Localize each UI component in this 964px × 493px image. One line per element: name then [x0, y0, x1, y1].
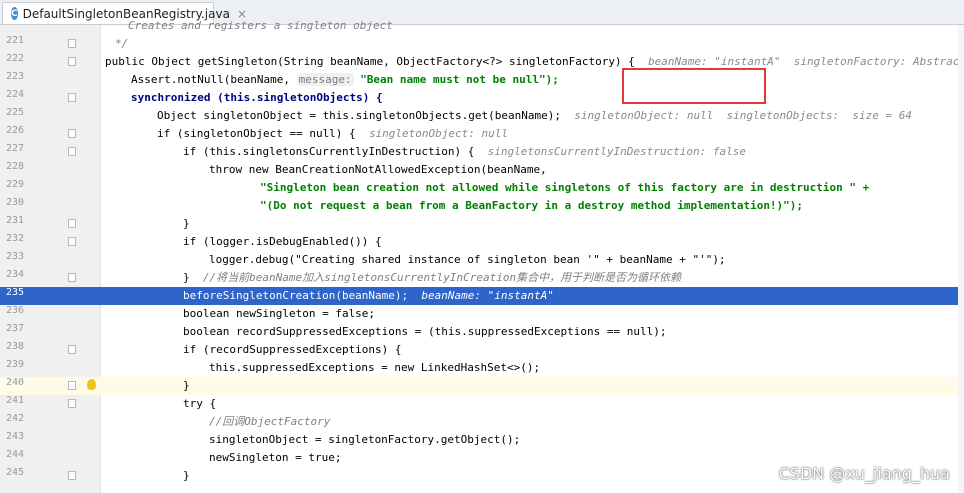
line-code: this.suppressedExceptions = new LinkedHa…	[209, 361, 541, 374]
line-code: synchronized (this.singletonObjects) {	[131, 91, 383, 104]
line-code: Object singletonObject = this.singletonO…	[157, 109, 912, 122]
line-code: Assert.notNull(beanName, message: "Bean …	[131, 73, 559, 86]
line-number: 230	[5, 197, 24, 208]
code-line[interactable]: 227 if (this.singletonsCurrentlyInDestru…	[0, 143, 964, 161]
code-line[interactable]: 223 Assert.notNull(beanName, message: "B…	[0, 71, 964, 89]
fold-marker-icon[interactable]	[68, 129, 76, 138]
line-code: logger.debug("Creating shared instance o…	[209, 253, 726, 266]
line-code: try {	[183, 397, 217, 410]
fold-marker-icon[interactable]	[68, 345, 76, 354]
fold-marker-icon[interactable]	[68, 471, 76, 480]
fold-marker-icon[interactable]	[68, 219, 76, 228]
line-code: singletonObject = singletonFactory.getOb…	[209, 433, 521, 446]
line-code: }	[183, 379, 190, 392]
line-number: 236	[5, 305, 24, 316]
code-line[interactable]: 238 if (recordSuppressedExceptions) {	[0, 341, 964, 359]
code-line[interactable]: 241 try {	[0, 395, 964, 413]
line-number: 223	[5, 71, 24, 82]
line-code: public Object getSingleton(String beanNa…	[105, 53, 964, 71]
code-line[interactable]: 234 } //将当前beanName加入singletonsCurrently…	[0, 269, 964, 287]
line-number: 235	[5, 287, 24, 298]
fold-marker-icon[interactable]	[68, 237, 76, 246]
code-line[interactable]: 239 this.suppressedExceptions = new Link…	[0, 359, 964, 377]
code-line[interactable]: 221 */	[0, 35, 964, 53]
line-number: 228	[5, 161, 24, 172]
fold-marker-icon[interactable]	[68, 381, 76, 390]
line-number: 225	[5, 107, 24, 118]
line-code: "Singleton bean creation not allowed whi…	[260, 181, 870, 194]
line-code: beforeSingletonCreation(beanName); beanN…	[183, 289, 554, 302]
line-number: 231	[5, 215, 24, 226]
code-editor[interactable]: Creates and registers a singleton object…	[0, 19, 964, 493]
parameter-hint: message:	[296, 73, 354, 86]
line-number: 232	[5, 233, 24, 244]
code-line[interactable]: 237 boolean recordSuppressedExceptions =…	[0, 323, 964, 341]
line-number: 222	[5, 53, 24, 64]
debug-inline-value: singletonObject: null singletonObjects: …	[574, 109, 912, 122]
code-line[interactable]: 243 singletonObject = singletonFactory.g…	[0, 431, 964, 449]
code-line[interactable]: 232 if (logger.isDebugEnabled()) {	[0, 233, 964, 251]
lightbulb-icon[interactable]	[87, 379, 96, 390]
code-line[interactable]: 230 "(Do not request a bean from a BeanF…	[0, 197, 964, 215]
line-code: //回调ObjectFactory	[209, 415, 331, 428]
debug-inline-value: beanName: "instantA"	[421, 289, 554, 302]
code-line[interactable]: 240 }	[0, 377, 964, 395]
fold-marker-icon[interactable]	[68, 273, 76, 282]
line-number: 244	[5, 449, 24, 460]
code-comment: //将当前beanName加入singletonsCurrentlyInCrea…	[202, 271, 682, 284]
vertical-scrollbar[interactable]	[958, 25, 964, 493]
line-code: boolean recordSuppressedExceptions = (th…	[183, 325, 667, 338]
debug-inline-value: singletonsCurrentlyInDestruction: false	[487, 145, 746, 158]
code-line[interactable]: 231 }	[0, 215, 964, 233]
fold-marker-icon[interactable]	[68, 93, 76, 102]
line-code: }	[183, 469, 190, 482]
line-number: 221	[5, 35, 24, 46]
code-line[interactable]: 222 public Object getSingleton(String be…	[0, 53, 964, 71]
annotation-highlight-box	[622, 68, 766, 104]
line-number: 241	[5, 395, 24, 406]
line-code: if (singletonObject == null) { singleton…	[157, 127, 509, 140]
code-line[interactable]: 236 boolean newSingleton = false;	[0, 305, 964, 323]
line-number: 242	[5, 413, 24, 424]
line-code: boolean newSingleton = false;	[183, 307, 376, 320]
line-number: 229	[5, 179, 24, 190]
line-code: }	[183, 217, 190, 230]
line-code: if (logger.isDebugEnabled()) {	[183, 235, 382, 248]
line-code: throw new BeanCreationNotAllowedExceptio…	[209, 163, 547, 176]
fold-marker-icon[interactable]	[68, 57, 76, 66]
line-number: 245	[5, 467, 24, 478]
watermark: CSDN @xu_jiang_hua	[778, 464, 950, 483]
fold-marker-icon[interactable]	[68, 147, 76, 156]
code-line[interactable]: 229 "Singleton bean creation not allowed…	[0, 179, 964, 197]
line-code: */	[115, 37, 129, 50]
line-number: 238	[5, 341, 24, 352]
line-number: 233	[5, 251, 24, 262]
line-code: newSingleton = true;	[209, 451, 342, 464]
code-line[interactable]: Creates and registers a singleton object	[0, 17, 964, 35]
code-line[interactable]: 242 //回调ObjectFactory	[0, 413, 964, 431]
debug-inline-value: singletonObject: null	[368, 127, 509, 140]
debug-inline-value: beanName: "instantA" singletonFactory: A…	[648, 55, 964, 68]
line-number: 234	[5, 269, 24, 280]
line-number: 224	[5, 89, 24, 100]
line-number: 243	[5, 431, 24, 442]
fold-marker-icon[interactable]	[68, 39, 76, 48]
code-line[interactable]: 233 logger.debug("Creating shared instan…	[0, 251, 964, 269]
line-number: 227	[5, 143, 24, 154]
current-execution-line[interactable]: 235 beforeSingletonCreation(beanName); b…	[0, 287, 964, 305]
code-line[interactable]: 228 throw new BeanCreationNotAllowedExce…	[0, 161, 964, 179]
code-line[interactable]: 225 Object singletonObject = this.single…	[0, 107, 964, 125]
fold-marker-icon[interactable]	[68, 399, 76, 408]
code-line[interactable]: 226 if (singletonObject == null) { singl…	[0, 125, 964, 143]
line-number: 239	[5, 359, 24, 370]
line-number: 240	[5, 377, 24, 388]
line-code: if (recordSuppressedExceptions) {	[183, 343, 402, 356]
line-number: 226	[5, 125, 24, 136]
line-code: if (this.singletonsCurrentlyInDestructio…	[183, 145, 746, 158]
code-line[interactable]: 224 synchronized (this.singletonObjects)…	[0, 89, 964, 107]
line-code: "(Do not request a bean from a BeanFacto…	[260, 199, 804, 212]
line-code: Creates and registers a singleton object	[128, 19, 393, 32]
line-number: 237	[5, 323, 24, 334]
line-code: } //将当前beanName加入singletonsCurrentlyInCr…	[183, 271, 682, 284]
